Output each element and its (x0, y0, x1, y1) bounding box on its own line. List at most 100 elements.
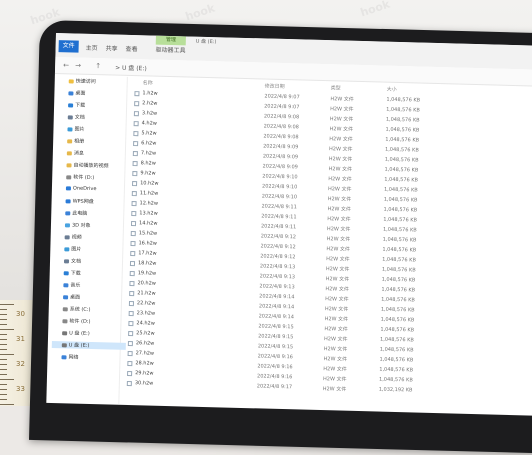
file-size: 1,048,576 KB (382, 236, 417, 244)
sidebar-item[interactable]: U 盘 (E:) (62, 329, 90, 337)
up-button[interactable]: ↑ (95, 62, 101, 70)
tab-home[interactable]: 主页 (86, 43, 98, 52)
file-name: 30.h2w (134, 380, 154, 387)
file-icon (130, 231, 136, 237)
file-tab[interactable]: 文件 (58, 40, 79, 53)
sidebar-item-label: 音乐 (70, 282, 81, 289)
file-date: 2022/4/8 9:10 (261, 193, 298, 201)
file-type: H2W 文件 (323, 346, 348, 353)
sidebar-quick-access[interactable]: 快速访问 (68, 77, 96, 85)
tab-share[interactable]: 共享 (106, 43, 118, 52)
document-icon (63, 258, 70, 263)
sidebar-item[interactable]: 下载 (63, 269, 81, 277)
file-date: 2022/4/8 9:16 (257, 353, 293, 361)
file-type: H2W 文件 (328, 166, 353, 173)
ruler-tick (0, 389, 7, 390)
sidebar-item[interactable]: 桌面 (68, 89, 86, 97)
sidebar-item[interactable]: 相册 (67, 137, 84, 145)
file-type: H2W 文件 (330, 106, 354, 113)
sidebar-item-label: 自动播放的视频 (73, 162, 109, 170)
sidebar-item[interactable]: 消息 (66, 149, 84, 157)
tab-drive-tools[interactable]: 驱动器工具 (155, 45, 185, 55)
file-date: 2022/4/8 9:07 (264, 103, 300, 111)
file-icon (132, 181, 138, 187)
sidebar-item[interactable]: U 盘 (E:) (51, 340, 126, 350)
column-header-date[interactable]: 修改日期 (265, 82, 285, 90)
sidebar-item[interactable]: 图片 (64, 245, 81, 253)
file-size: 1,048,576 KB (380, 316, 415, 324)
usb-drive-icon (62, 330, 68, 335)
file-date: 2022/4/8 9:09 (262, 163, 298, 171)
ruler-number: 30 (16, 310, 25, 318)
column-header-size[interactable]: 大小 (387, 86, 397, 93)
forward-button[interactable]: → (75, 62, 81, 70)
file-type: H2W 文件 (322, 386, 347, 393)
sidebar-item-label: 此电脑 (72, 210, 88, 217)
file-name: 22.h2w (136, 300, 156, 307)
file-name: 28.h2w (135, 360, 154, 367)
file-date: 2022/4/8 9:14 (259, 293, 295, 301)
sidebar-item[interactable]: 软件 (D:) (62, 317, 91, 325)
column-header-type[interactable]: 类型 (331, 84, 341, 91)
sidebar-item[interactable]: 软件 (D:) (66, 173, 94, 181)
file-date: 2022/4/8 9:08 (263, 123, 299, 131)
file-size: 1,048,576 KB (379, 366, 414, 374)
file-size: 1,032,192 KB (378, 386, 413, 394)
sidebar-item[interactable]: 网络 (61, 353, 79, 361)
ruler-tick (0, 399, 7, 400)
ruler-tick (0, 404, 14, 405)
sidebar-item[interactable]: 视频 (64, 233, 82, 241)
file-date: 2022/4/8 9:11 (261, 203, 297, 211)
sidebar-item[interactable]: 此电脑 (65, 209, 87, 217)
computer-icon (65, 210, 71, 215)
file-size: 1,048,576 KB (383, 186, 418, 194)
tab-view[interactable]: 查看 (126, 44, 138, 53)
file-size: 1,048,576 KB (381, 296, 415, 304)
back-button[interactable]: ← (63, 61, 69, 69)
ruler-tick (0, 304, 14, 305)
sidebar-item[interactable]: 下载 (68, 101, 85, 109)
file-icon (132, 161, 138, 167)
sidebar-item[interactable]: 文档 (63, 257, 81, 265)
file-type: H2W 文件 (326, 236, 351, 243)
file-type: H2W 文件 (327, 186, 352, 193)
sidebar-item[interactable]: 系统 (C:) (62, 305, 91, 313)
sidebar-item-label: 桌面 (70, 294, 81, 301)
sidebar-item-label: 图片 (74, 126, 85, 133)
file-size: 1,048,576 KB (383, 206, 418, 214)
sidebar-item-label: 消息 (73, 150, 84, 157)
sidebar-item[interactable]: 自动播放的视频 (66, 161, 109, 170)
address-path[interactable]: > U 盘 (E:) (115, 63, 147, 73)
file-name: 8.h2w (140, 160, 156, 167)
sidebar-item[interactable]: WPS网盘 (65, 197, 94, 205)
sidebar-item[interactable]: 音乐 (63, 281, 81, 289)
sidebar-item[interactable]: 桌面 (63, 293, 81, 301)
file-name: 17.h2w (138, 250, 157, 257)
sidebar-item[interactable]: 图片 (67, 125, 85, 133)
file-size: 1,048,576 KB (378, 376, 413, 384)
document-icon (67, 114, 73, 119)
file-icon (128, 330, 134, 337)
file-name: 26.h2w (135, 340, 155, 347)
file-icon (134, 91, 140, 97)
file-size: 1,048,576 KB (385, 116, 420, 124)
file-name: 19.h2w (137, 270, 157, 277)
file-icon (129, 281, 135, 287)
file-size: 1,048,576 KB (384, 156, 419, 164)
file-type: H2W 文件 (329, 136, 353, 143)
file-size: 1,048,576 KB (381, 286, 416, 294)
column-header-name[interactable]: 名称 (143, 79, 153, 86)
sidebar-item[interactable]: OneDrive (65, 185, 97, 193)
picture-icon (67, 126, 73, 131)
sidebar-item-label: 文档 (74, 114, 85, 121)
file-date: 2022/4/8 9:16 (257, 373, 293, 381)
sidebar-item-label: 软件 (D:) (73, 174, 95, 182)
manage-tab[interactable]: 管理 (155, 35, 186, 46)
file-size: 1,048,576 KB (385, 136, 420, 144)
sidebar-item-label: OneDrive (72, 185, 97, 193)
sidebar-item[interactable]: 文档 (67, 113, 85, 121)
file-size: 1,048,576 KB (386, 106, 420, 114)
file-size: 1,048,576 KB (382, 256, 416, 264)
sidebar-item[interactable]: 3D 对象 (64, 221, 91, 229)
file-type: H2W 文件 (323, 336, 348, 343)
